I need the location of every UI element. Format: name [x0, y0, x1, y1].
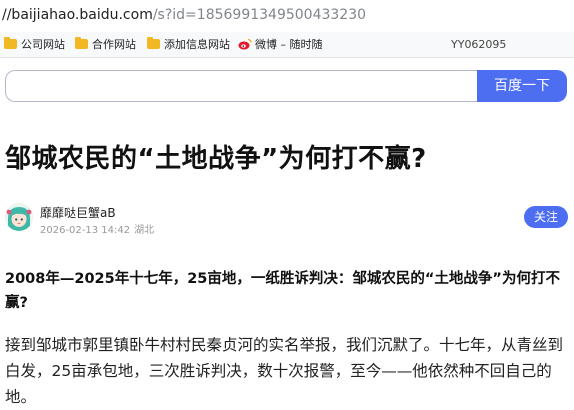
bookmark-add-info-sites[interactable]: 添加信息网站 [147, 37, 230, 53]
author-name[interactable]: 靡靡哒巨蟹aB [40, 204, 116, 221]
article-paragraph: 接到邹城市郭里镇卧牛村村民秦贞河的实名举报，我们沉默了。十七年，从青丝到白发，2… [5, 336, 564, 406]
bookmark-weibo[interactable]: 微博 – 随时随 [238, 37, 334, 53]
bookmark-tag-text: YY062095 [451, 38, 507, 51]
avatar-image [5, 203, 33, 231]
bookmark-label: 合作网站 [92, 38, 136, 51]
weibo-icon [238, 38, 252, 50]
url-host: //baijiahao.baidu.com [2, 7, 153, 23]
folder-icon [75, 37, 88, 49]
folder-icon [147, 37, 160, 49]
search-row: 百度一下 [0, 64, 574, 110]
url-path: /s?id=1856991349500433230 [152, 7, 367, 23]
bookmark-company-sites[interactable]: 公司网站 [4, 37, 65, 53]
bookmark-label: 添加信息网站 [164, 38, 230, 51]
article-lead: 2008年—2025年十七年，25亩地，一纸胜诉判决：邹城农民的“土地战争”为何… [5, 271, 560, 311]
publish-date: 2026-02-13 14:42 [40, 225, 131, 236]
follow-button[interactable]: 关注 [524, 206, 568, 228]
url-text[interactable]: //baijiahao.baidu.com/s?id=1856991349500… [2, 6, 366, 24]
avatar[interactable] [5, 203, 33, 231]
bookmark-partner-sites[interactable]: 合作网站 [75, 37, 136, 53]
article-title: 邹城农民的“土地战争”为何打不赢? [5, 144, 427, 174]
search-input[interactable] [5, 70, 478, 102]
author-row: 靡靡哒巨蟹aB 2026-02-13 14:42 湖北 关注 [0, 198, 574, 238]
bookmark-label: 公司网站 [21, 38, 65, 51]
bookmark-label: 微博 – 随时随 [255, 38, 323, 51]
author-meta: 2026-02-13 14:42 湖北 [40, 221, 154, 236]
publish-location: 湖北 [134, 225, 155, 236]
address-bar[interactable]: //baijiahao.baidu.com/s?id=1856991349500… [0, 0, 574, 32]
search-button[interactable]: 百度一下 [477, 70, 567, 102]
folder-icon [4, 37, 17, 49]
